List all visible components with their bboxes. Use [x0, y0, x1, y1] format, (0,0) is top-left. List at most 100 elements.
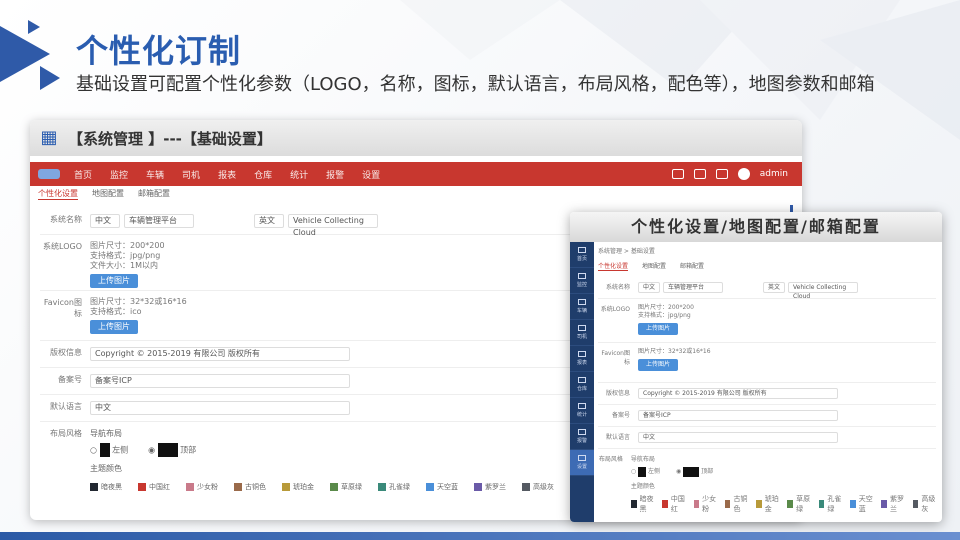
- screen-icon[interactable]: [693, 169, 706, 179]
- color-option-0[interactable]: 暗夜黑: [90, 482, 122, 492]
- system-name-input[interactable]: 车辆管理平台: [124, 214, 194, 228]
- color-title: 主题颜色: [630, 482, 655, 490]
- nav-item-vehicle[interactable]: 车辆: [146, 168, 164, 181]
- color-option-4[interactable]: 琥珀金: [756, 494, 779, 514]
- color-option-8[interactable]: 紫罗兰: [474, 482, 506, 492]
- color-option-2[interactable]: 少女粉: [693, 494, 717, 514]
- color-option-1[interactable]: 中国红: [138, 482, 170, 492]
- nav-item-stats[interactable]: 统计: [290, 168, 308, 181]
- layout-left-radio[interactable]: ○ 左侧: [90, 443, 128, 457]
- color-option-6[interactable]: 孔雀绿: [818, 494, 842, 514]
- avatar[interactable]: [737, 168, 750, 180]
- tab-map[interactable]: 地图配置: [642, 261, 666, 271]
- system-name-en-input[interactable]: Vehicle Collecting Cloud: [288, 214, 378, 237]
- tab-map[interactable]: 地图配置: [92, 188, 124, 200]
- tab-personalization[interactable]: 个性化设置: [598, 261, 629, 271]
- bell-icon[interactable]: [715, 169, 728, 179]
- nav-item-warehouse[interactable]: 仓库: [254, 168, 272, 181]
- color-option-0[interactable]: 暗夜黑: [630, 494, 654, 514]
- lang-select[interactable]: 英文: [254, 214, 284, 228]
- language-select[interactable]: 中文: [638, 432, 838, 443]
- sidebar-item-3[interactable]: 司机: [570, 320, 594, 346]
- color-label: 古铜色: [733, 494, 748, 513]
- color-option-7[interactable]: 天空蓝: [426, 482, 458, 492]
- layout-top-radio[interactable]: ◉ 顶部: [676, 466, 713, 477]
- nav-item-alarm[interactable]: 报警: [326, 168, 344, 181]
- layout-left-radio[interactable]: ○ 左侧: [631, 466, 660, 477]
- color-label: 孔雀绿: [827, 494, 842, 513]
- layout-top-radio[interactable]: ◉ 顶部: [148, 443, 196, 457]
- nav-item-home[interactable]: 首页: [74, 168, 92, 181]
- layout-radio-group: ○ 左侧 ◉ 顶部: [631, 466, 936, 477]
- field-label: 系统名称: [50, 215, 82, 224]
- icp-input[interactable]: 备案号ICP: [638, 410, 838, 421]
- form-row-favicon: Favicon图标 图片尺寸：32*32或16*16 上传图片: [598, 343, 936, 383]
- sidebar-item-8[interactable]: 设置: [570, 450, 594, 476]
- color-option-3[interactable]: 古铜色: [234, 482, 266, 492]
- color-swatch: [818, 499, 825, 508]
- sidebar-item-2[interactable]: 车辆: [570, 294, 594, 320]
- sidebar-item-1[interactable]: 监控: [570, 268, 594, 294]
- lang-select[interactable]: 中文: [638, 282, 660, 293]
- field-label: 系统名称: [605, 284, 630, 291]
- sidebar-item-4[interactable]: 报表: [570, 346, 594, 372]
- info-line: 图片尺寸：32*32或16*16: [90, 297, 187, 306]
- bottom-bar: [0, 532, 960, 540]
- sidebar-item-label: 首页: [576, 256, 587, 262]
- color-swatch: [330, 483, 338, 491]
- user-name[interactable]: admin: [760, 169, 788, 179]
- copyright-input[interactable]: Copyright © 2015-2019 有限公司 版权所有: [90, 347, 350, 361]
- tab-personalization[interactable]: 个性化设置: [38, 188, 78, 200]
- color-option-9[interactable]: 高级灰: [522, 482, 554, 492]
- sidebar-item-5[interactable]: 仓库: [570, 372, 594, 398]
- sidebar-icon: [578, 377, 586, 383]
- info-line: 图片尺寸：200*200: [638, 304, 694, 311]
- color-option-4[interactable]: 琥珀金: [282, 482, 314, 492]
- color-option-1[interactable]: 中国红: [662, 494, 685, 514]
- sidebar-item-0[interactable]: 首页: [570, 242, 594, 268]
- info-line: 图片尺寸：32*32或16*16: [638, 348, 711, 355]
- color-label: 高级灰: [533, 483, 554, 491]
- tab-mail[interactable]: 邮箱配置: [138, 188, 170, 200]
- info-line: 支持格式：ico: [90, 307, 142, 316]
- color-swatch: [756, 499, 762, 508]
- upload-logo-button[interactable]: 上传图片: [638, 323, 679, 335]
- color-option-9[interactable]: 高级灰: [912, 494, 936, 514]
- lang-select[interactable]: 中文: [90, 214, 120, 228]
- color-option-5[interactable]: 草原绿: [330, 482, 362, 492]
- color-swatches: 暗夜黑 中国红 少女粉 古铜色 琥珀金 草原绿 孔雀绿 天空蓝 紫罗兰 高级灰: [630, 494, 936, 514]
- field-label: 版权信息: [50, 348, 82, 357]
- color-option-6[interactable]: 孔雀绿: [378, 482, 410, 492]
- upload-favicon-button[interactable]: 上传图片: [90, 320, 138, 334]
- color-swatches: 暗夜黑 中国红 少女粉 古铜色 琥珀金 草原绿 孔雀绿 天空蓝 紫罗兰 高级灰: [90, 482, 554, 492]
- system-name-input[interactable]: 车辆管理平台: [663, 282, 723, 293]
- nav-item-driver[interactable]: 司机: [182, 168, 200, 181]
- color-label: 琥珀金: [293, 483, 314, 491]
- copyright-input[interactable]: Copyright © 2015-2019 有限公司 版权所有: [638, 388, 838, 399]
- sidebar-icon: [578, 403, 586, 409]
- color-option-7[interactable]: 天空蓝: [850, 494, 873, 514]
- sidebar-item-7[interactable]: 报警: [570, 424, 594, 450]
- language-select[interactable]: 中文: [90, 401, 350, 415]
- upload-logo-button[interactable]: 上传图片: [90, 274, 138, 288]
- color-title: 主题颜色: [90, 464, 122, 473]
- sidebar-item-6[interactable]: 统计: [570, 398, 594, 424]
- nav-item-monitor[interactable]: 监控: [110, 168, 128, 181]
- message-icon[interactable]: [671, 169, 684, 179]
- color-option-8[interactable]: 紫罗兰: [881, 494, 904, 514]
- color-option-2[interactable]: 少女粉: [186, 482, 218, 492]
- nav-item-report[interactable]: 报表: [218, 168, 236, 181]
- color-label: 紫罗兰: [485, 483, 506, 491]
- lang-select[interactable]: 英文: [763, 282, 785, 293]
- upload-favicon-button[interactable]: 上传图片: [638, 359, 679, 371]
- color-swatch: [522, 483, 530, 491]
- color-label: 少女粉: [197, 483, 218, 491]
- system-name-en-input[interactable]: Vehicle Collecting Cloud: [788, 282, 858, 300]
- tab-mail[interactable]: 邮箱配置: [680, 261, 704, 271]
- color-option-5[interactable]: 草原绿: [787, 494, 810, 514]
- color-option-3[interactable]: 古铜色: [724, 494, 748, 514]
- layout-options: 导航布局 ○ 左侧 ◉ 顶部 主题颜色 暗夜黑 中国红 少女粉 古铜色 琥珀金 草原绿 孔雀…: [90, 428, 554, 492]
- color-label: 孔雀绿: [389, 483, 410, 491]
- nav-item-settings[interactable]: 设置: [362, 168, 380, 181]
- icp-input[interactable]: 备案号ICP: [90, 374, 350, 388]
